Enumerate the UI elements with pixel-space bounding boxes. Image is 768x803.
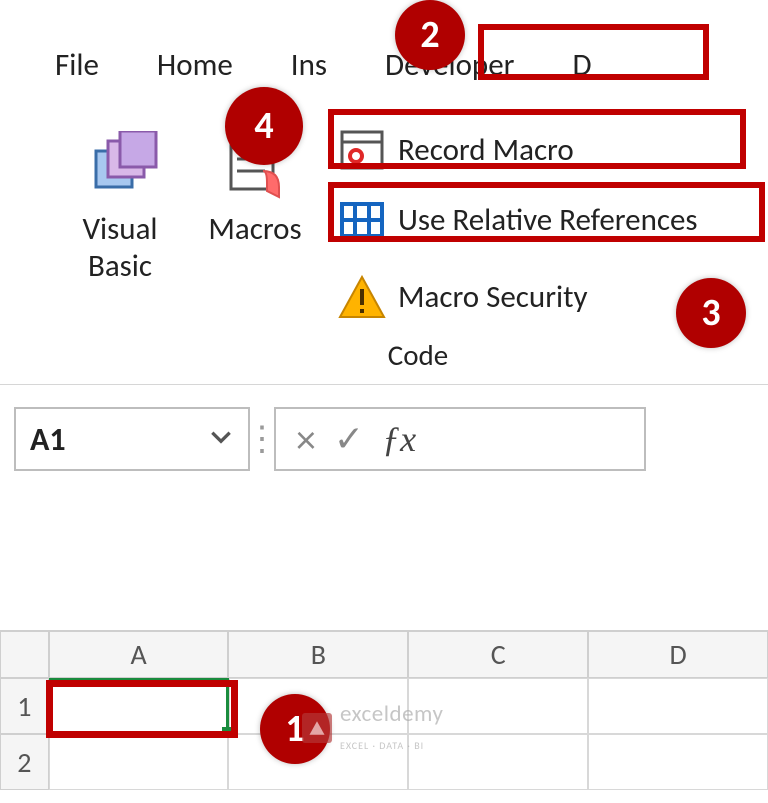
formula-bar-row: A1 ⋮ × ✓ ƒx	[14, 404, 646, 474]
tab-home[interactable]: Home	[157, 46, 233, 84]
col-header-C[interactable]: C	[408, 630, 588, 678]
cell-A2[interactable]	[49, 734, 229, 790]
visual-basic-button[interactable]: Visual Basic	[65, 128, 175, 285]
formula-bar-buttons: × ✓ ƒx	[274, 407, 436, 471]
chevron-down-icon[interactable]	[208, 420, 234, 459]
annotation-box-developer	[478, 24, 709, 80]
annotation-box-relative-refs	[328, 182, 765, 242]
watermark-sub: EXCEL · DATA · BI	[340, 739, 424, 752]
ribbon-code-group: Visual Basic Macros Record Macro	[0, 95, 768, 385]
macro-security-label: Macro Security	[398, 278, 588, 316]
formula-bar-input[interactable]	[436, 407, 646, 471]
warning-triangle-icon	[338, 273, 386, 321]
annotation-box-selected-cell	[46, 680, 238, 738]
formula-bar-separator: ⋮	[250, 419, 274, 460]
step-callout-3: 3	[676, 278, 746, 348]
visual-basic-label-2: Basic	[65, 248, 175, 285]
cancel-icon[interactable]: ×	[296, 415, 316, 464]
fx-button[interactable]: ƒx	[382, 418, 416, 460]
watermark-text: exceldemy	[340, 700, 443, 728]
name-box[interactable]: A1	[14, 407, 250, 471]
name-box-value: A1	[30, 420, 66, 459]
row-header-1[interactable]: 1	[0, 678, 49, 734]
tab-file[interactable]: File	[55, 46, 99, 84]
row-header-2[interactable]: 2	[0, 734, 49, 790]
watermark: exceldemy EXCEL · DATA · BI	[302, 700, 443, 756]
step-callout-4: 4	[225, 87, 303, 165]
watermark-icon	[302, 713, 332, 743]
confirm-icon[interactable]: ✓	[334, 417, 364, 461]
macros-label: Macros	[195, 211, 315, 248]
col-header-A[interactable]: A	[49, 630, 229, 678]
col-header-B[interactable]: B	[228, 630, 408, 678]
ribbon-group-label: Code	[338, 337, 498, 373]
select-all-cell[interactable]	[0, 630, 49, 678]
annotation-box-record-macro	[328, 109, 746, 169]
cell-D1[interactable]	[588, 678, 768, 734]
tab-insert[interactable]: Ins	[291, 46, 327, 84]
visual-basic-icon	[75, 128, 165, 203]
cell-D2[interactable]	[588, 734, 768, 790]
visual-basic-label-1: Visual	[65, 211, 175, 248]
step-callout-2: 2	[395, 0, 465, 70]
col-header-D[interactable]: D	[588, 630, 768, 678]
